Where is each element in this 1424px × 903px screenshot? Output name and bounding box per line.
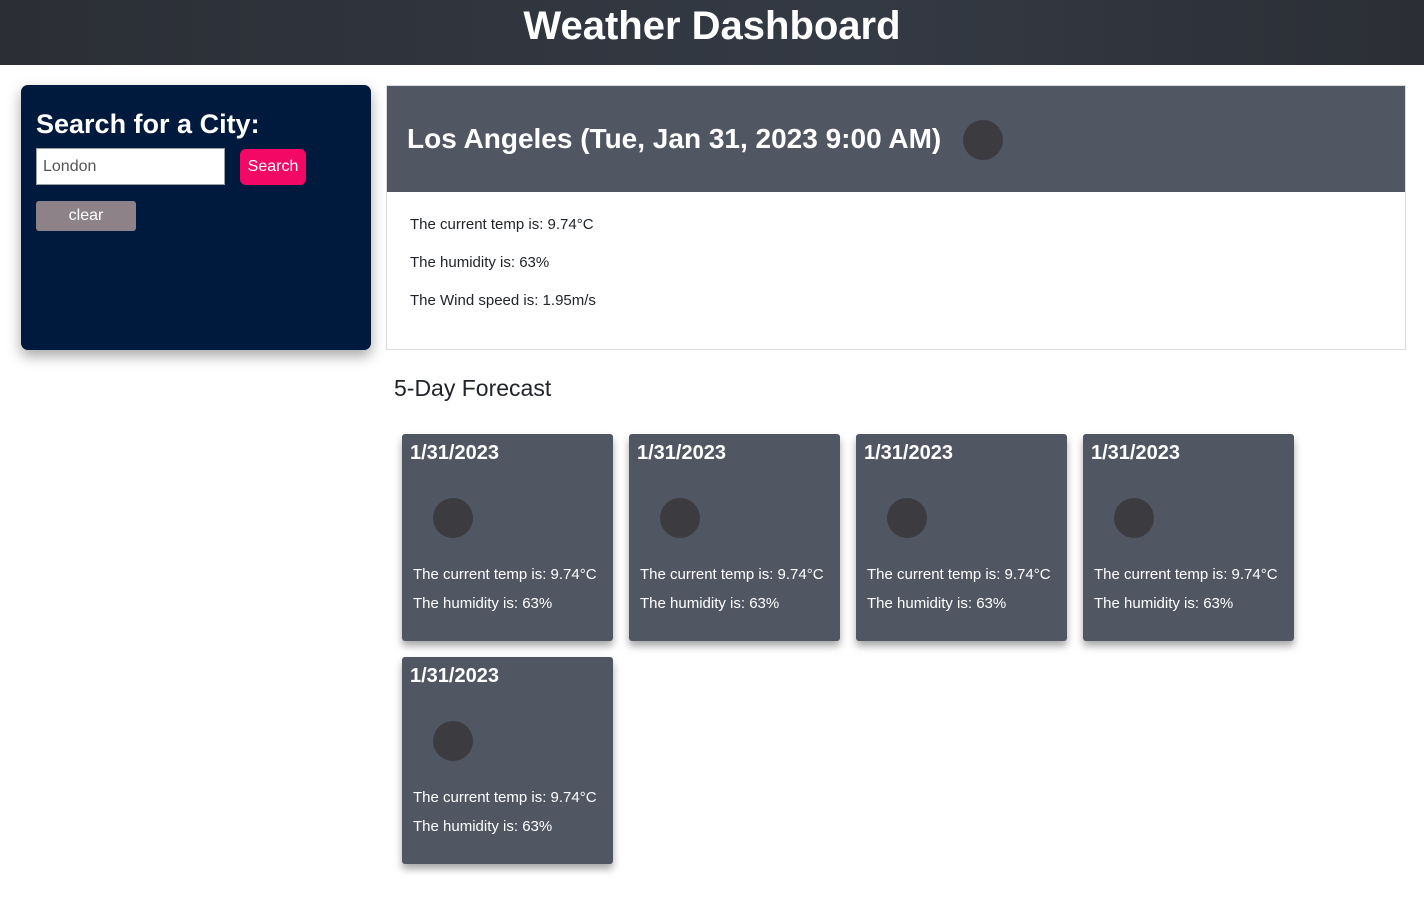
weather-icon — [660, 498, 700, 538]
forecast-temp: The current temp is: 9.74°C — [1094, 566, 1278, 583]
current-weather-card: Los Angeles (Tue, Jan 31, 2023 9:00 AM) … — [386, 85, 1406, 350]
weather-icon — [887, 498, 927, 538]
weather-icon — [433, 721, 473, 761]
forecast-date: 1/31/2023 — [864, 442, 953, 464]
weather-icon — [433, 498, 473, 538]
current-weather-details: The current temp is: 9.74°C The humidity… — [387, 192, 1405, 354]
forecast-card: 1/31/2023 The current temp is: 9.74°C Th… — [629, 434, 840, 641]
forecast-humidity: The humidity is: 63% — [413, 818, 553, 835]
forecast-humidity: The humidity is: 63% — [413, 595, 553, 612]
forecast-date: 1/31/2023 — [1091, 442, 1180, 464]
city-search-input[interactable] — [36, 148, 225, 185]
weather-icon — [963, 120, 1004, 160]
current-wind: The Wind speed is: 1.95m/s — [410, 292, 596, 309]
forecast-card: 1/31/2023 The current temp is: 9.74°C Th… — [1083, 434, 1294, 641]
forecast-humidity: The humidity is: 63% — [1094, 595, 1234, 612]
search-row: Search — [36, 148, 356, 185]
current-temp: The current temp is: 9.74°C — [410, 216, 594, 233]
search-button[interactable]: Search — [240, 148, 306, 185]
forecast-temp: The current temp is: 9.74°C — [413, 789, 597, 806]
current-city-title: Los Angeles (Tue, Jan 31, 2023 9:00 AM) — [407, 123, 942, 154]
page-title: Weather Dashboard — [523, 4, 901, 48]
forecast-title: 5-Day Forecast — [394, 375, 552, 401]
forecast-temp: The current temp is: 9.74°C — [640, 566, 824, 583]
weather-icon — [1114, 498, 1154, 538]
clear-button[interactable]: clear — [36, 201, 136, 231]
current-humidity: The humidity is: 63% — [410, 254, 550, 271]
current-weather-header: Los Angeles (Tue, Jan 31, 2023 9:00 AM) — [387, 86, 1405, 192]
forecast-temp: The current temp is: 9.74°C — [867, 566, 1051, 583]
forecast-humidity: The humidity is: 63% — [867, 595, 1007, 612]
search-heading: Search for a City: — [36, 109, 260, 139]
forecast-card: 1/31/2023 The current temp is: 9.74°C Th… — [856, 434, 1067, 641]
forecast-humidity: The humidity is: 63% — [640, 595, 780, 612]
forecast-temp: The current temp is: 9.74°C — [413, 566, 597, 583]
forecast-date: 1/31/2023 — [410, 665, 499, 687]
app-header: Weather Dashboard — [0, 0, 1424, 65]
forecast-card: 1/31/2023 The current temp is: 9.74°C Th… — [402, 434, 613, 641]
search-panel: Search for a City: Search clear — [21, 85, 371, 350]
forecast-date: 1/31/2023 — [637, 442, 726, 464]
forecast-card: 1/31/2023 The current temp is: 9.74°C Th… — [402, 657, 613, 864]
forecast-date: 1/31/2023 — [410, 442, 499, 464]
